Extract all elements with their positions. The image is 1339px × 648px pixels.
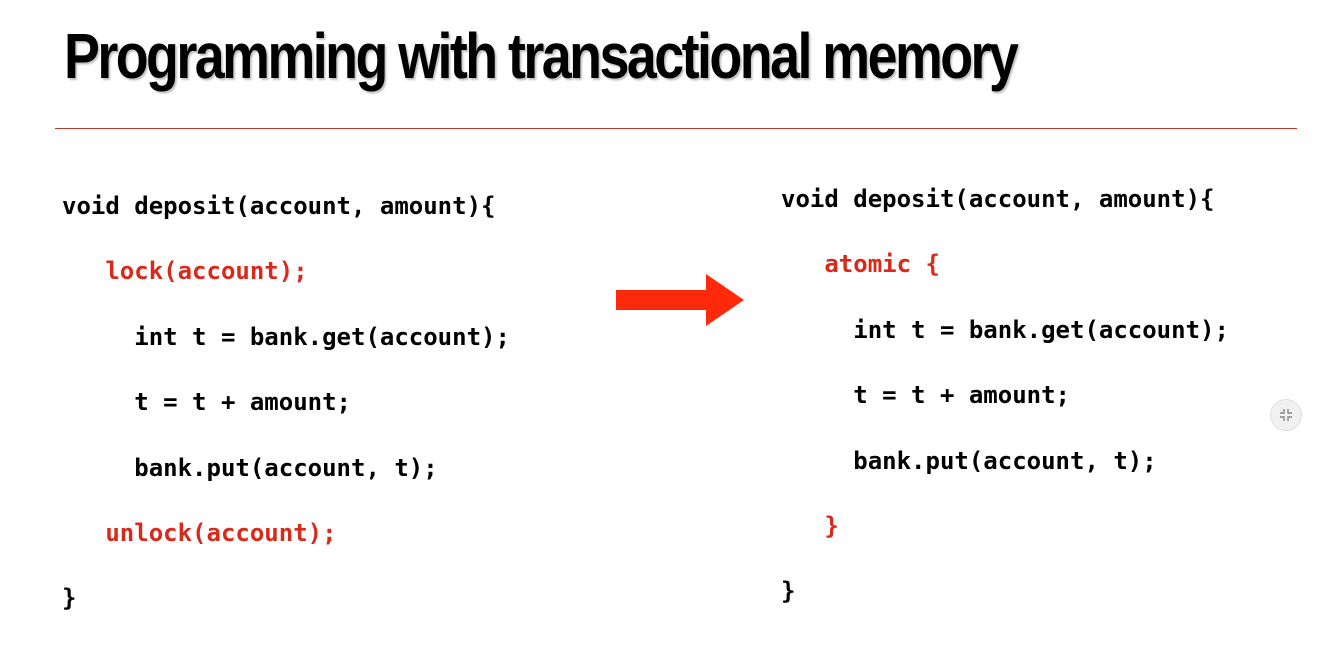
code-line: void deposit(account, amount){ [62,192,496,220]
code-line: void deposit(account, amount){ [781,185,1215,213]
code-line: t = t + amount; [134,388,351,417]
code-line: atomic { [824,250,940,279]
slide-title: Programming with transactional memory [64,20,1019,92]
code-line: bank.put(account, t); [853,446,1157,475]
collapse-icon [1280,409,1292,421]
code-line: t = t + amount; [853,381,1070,410]
code-line: int t = bank.get(account); [134,322,510,351]
code-block-lock: void deposit(account, amount){ lock(acco… [62,190,510,648]
title-divider [55,128,1297,129]
code-line: } [824,511,839,540]
code-line: } [781,577,796,606]
code-line: unlock(account); [105,518,337,547]
exit-fullscreen-button[interactable] [1270,399,1302,431]
code-block-atomic: void deposit(account, amount){ atomic { … [781,183,1229,641]
code-line: lock(account); [105,257,308,286]
code-line: } [62,584,77,613]
code-line: bank.put(account, t); [134,453,438,482]
right-arrow-icon [616,274,744,326]
code-line: int t = bank.get(account); [853,315,1229,344]
